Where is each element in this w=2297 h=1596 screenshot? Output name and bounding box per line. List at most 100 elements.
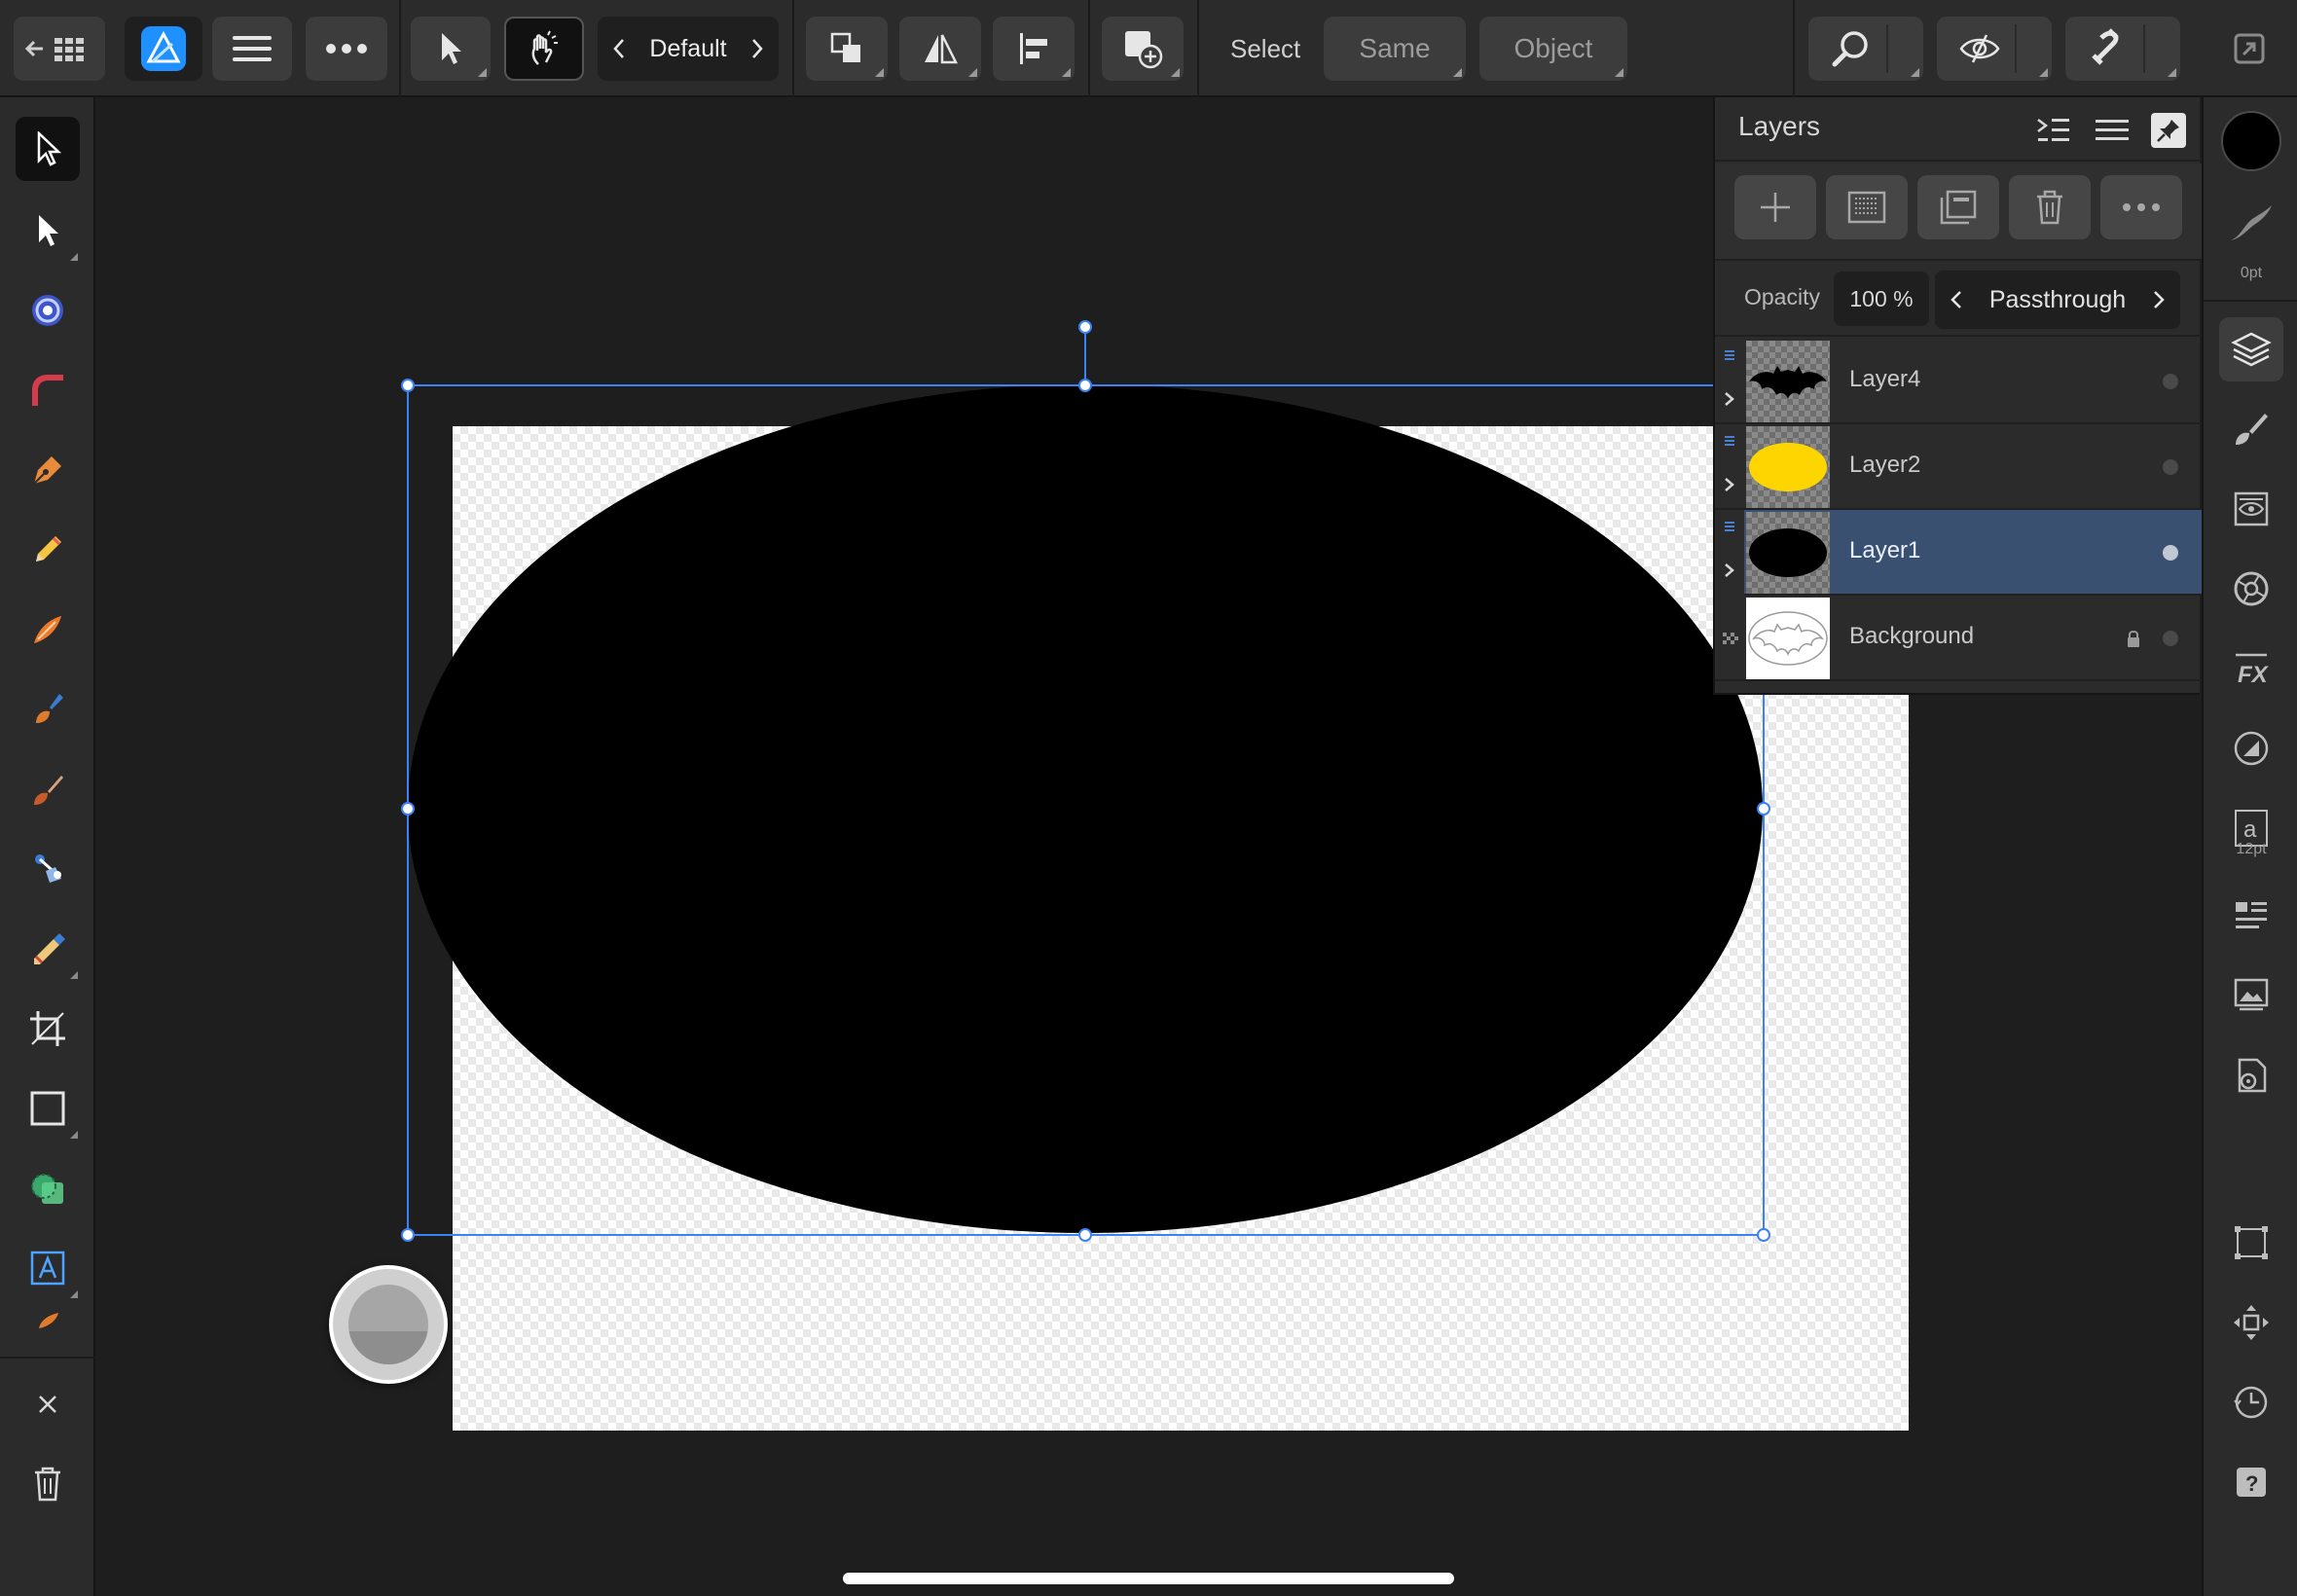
- select-same-button[interactable]: Same: [1324, 17, 1466, 81]
- layer-row-selected[interactable]: Layer1: [1715, 510, 2202, 596]
- shape-builder-tool[interactable]: [16, 1156, 80, 1220]
- group-layers-button[interactable]: [1917, 175, 1999, 239]
- add-pixel-layer-button[interactable]: [1826, 175, 1908, 239]
- layer-name: Layer4: [1849, 366, 1921, 392]
- stock-studio-button[interactable]: [2219, 963, 2283, 1028]
- gradient-tool[interactable]: [16, 837, 80, 901]
- home-indicator[interactable]: [843, 1573, 1454, 1584]
- layers-stack-icon: [2231, 332, 2272, 367]
- node-tool[interactable]: [16, 199, 80, 263]
- partial-tool-icon: [39, 1313, 58, 1328]
- designer-persona-button[interactable]: [125, 17, 202, 81]
- preset-selector[interactable]: Default: [598, 17, 779, 81]
- close-icon: [39, 1396, 56, 1413]
- fill-color-well[interactable]: [2219, 109, 2283, 173]
- flip-button[interactable]: [899, 17, 981, 81]
- more-tools-partial[interactable]: [16, 1304, 80, 1337]
- pixel-brush-tool[interactable]: [16, 757, 80, 821]
- chevron-right-icon[interactable]: [2147, 288, 2170, 311]
- text-frame-icon: [30, 1251, 65, 1286]
- drag-expand-icon[interactable]: [1715, 339, 1744, 424]
- transform-studio-button[interactable]: [2219, 1211, 2283, 1275]
- drag-expand-icon[interactable]: [1715, 510, 1744, 596]
- select-object-button[interactable]: Object: [1479, 17, 1627, 81]
- transparency-tool[interactable]: [16, 917, 80, 981]
- add-layer-button[interactable]: [1734, 175, 1816, 239]
- color-studio-button[interactable]: [2219, 557, 2283, 621]
- touch-gesture-button[interactable]: [504, 17, 584, 81]
- chevron-left-icon[interactable]: [611, 37, 627, 60]
- arrange-button[interactable]: [806, 17, 888, 81]
- stroke-well[interactable]: [2219, 195, 2283, 251]
- hand-tap-icon: [531, 30, 558, 65]
- pen-tool[interactable]: [16, 438, 80, 502]
- brush-icon: [34, 776, 63, 805]
- more-options-button[interactable]: [306, 17, 387, 81]
- paragraph-studio-button[interactable]: [2219, 884, 2283, 948]
- fullscreen-button[interactable]: [2209, 17, 2289, 81]
- paint-brush-icon: [36, 694, 63, 723]
- corner-tool[interactable]: [16, 358, 80, 422]
- layer-more-options-button[interactable]: [2100, 175, 2182, 239]
- delete-layer-button[interactable]: [2009, 175, 2091, 239]
- view-mode-button[interactable]: [1937, 17, 2052, 81]
- toolbar-divider: [792, 0, 794, 97]
- blend-mode-label: Passthrough: [1988, 286, 2127, 313]
- menu-button[interactable]: [212, 17, 292, 81]
- chevron-left-icon[interactable]: [1945, 288, 1968, 311]
- fill-tool[interactable]: [16, 677, 80, 742]
- brushes-studio-button[interactable]: [2219, 397, 2283, 461]
- artistic-text-tool[interactable]: [16, 1236, 80, 1300]
- assets-studio-button[interactable]: [2219, 1043, 2283, 1107]
- appearance-studio-button[interactable]: [2219, 477, 2283, 541]
- opacity-field[interactable]: 100 %: [1834, 272, 1929, 326]
- move-tool[interactable]: [16, 117, 80, 181]
- chevron-right-icon[interactable]: [749, 37, 765, 60]
- pin-panel-button[interactable]: [2151, 113, 2186, 148]
- close-button[interactable]: [16, 1372, 80, 1436]
- crop-tool[interactable]: [16, 997, 80, 1061]
- layer-visibility-toggle[interactable]: [2163, 631, 2178, 646]
- command-controller-button[interactable]: [329, 1265, 448, 1384]
- transparency-studio-button[interactable]: [2219, 716, 2283, 780]
- pencil-tool[interactable]: [16, 518, 80, 582]
- layer-thumbnail: [1746, 426, 1830, 508]
- fx-icon: FX: [2236, 653, 2270, 688]
- collapse-panel-button[interactable]: [2034, 111, 2073, 150]
- align-left-icon: [1020, 33, 1047, 64]
- effects-studio-button[interactable]: FX: [2219, 636, 2283, 701]
- help-studio-button[interactable]: ?: [2219, 1450, 2283, 1514]
- back-to-documents-button[interactable]: [14, 17, 105, 81]
- navigator-studio-button[interactable]: [2219, 1290, 2283, 1355]
- pixel-layer-icon: [1847, 191, 1886, 224]
- document-artboard[interactable]: [453, 426, 1909, 1431]
- pencil-icon: [36, 536, 61, 562]
- layer-visibility-toggle[interactable]: [2163, 545, 2178, 561]
- panel-menu-button[interactable]: [2093, 111, 2132, 150]
- layers-studio-button[interactable]: [2219, 317, 2283, 381]
- layer-strip: [1715, 424, 1744, 510]
- selection-mode-button[interactable]: [411, 17, 491, 81]
- snapping-button[interactable]: [2065, 17, 2180, 81]
- drag-expand-icon[interactable]: [1715, 424, 1744, 510]
- layer-visibility-toggle[interactable]: [2163, 374, 2178, 389]
- paragraph-icon: [2236, 902, 2267, 928]
- layer-visibility-toggle[interactable]: [2163, 459, 2178, 475]
- layer-row[interactable]: Background: [1715, 596, 2202, 681]
- layer-row[interactable]: Layer2: [1715, 424, 2202, 510]
- zoom-button[interactable]: [1808, 17, 1923, 81]
- insert-button[interactable]: [1102, 17, 1184, 81]
- blend-mode-selector[interactable]: Passthrough: [1935, 271, 2180, 329]
- checkerboard-icon: [1723, 633, 1738, 644]
- history-studio-button[interactable]: [2219, 1370, 2283, 1434]
- delete-button[interactable]: [16, 1452, 80, 1516]
- lock-icon[interactable]: [2126, 629, 2141, 648]
- align-button[interactable]: [993, 17, 1075, 81]
- rectangle-icon: [30, 1091, 65, 1126]
- toolbar-divider: [1197, 0, 1199, 97]
- rectangle-tool[interactable]: [16, 1076, 80, 1141]
- point-transform-tool[interactable]: [16, 278, 80, 343]
- layer-row[interactable]: Layer4: [1715, 339, 2202, 424]
- plus-icon: [1761, 193, 1790, 222]
- vector-brush-tool[interactable]: [16, 598, 80, 662]
